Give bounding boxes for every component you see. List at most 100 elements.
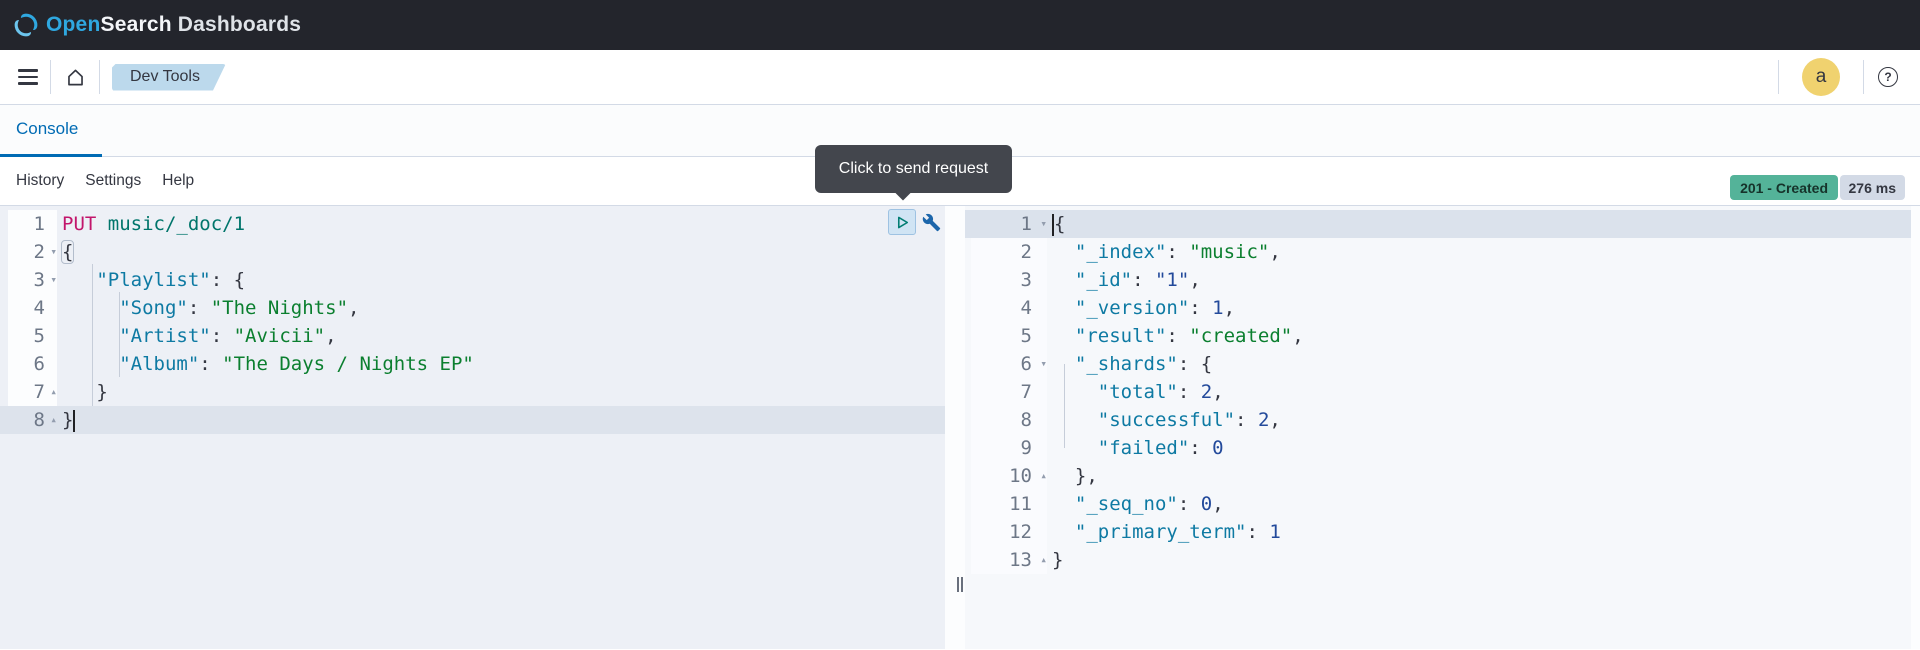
avatar[interactable]: a [1802, 58, 1840, 96]
code-token: : { [211, 269, 245, 291]
code-line[interactable]: 5 "result": "created", [965, 322, 1911, 350]
code-line[interactable]: 3 "_id": "1", [965, 266, 1911, 294]
code-line[interactable]: 5 "Artist": "Avicii", [0, 322, 945, 350]
code-token: , [1269, 409, 1280, 431]
code-line[interactable]: 1▾{ [965, 210, 1911, 238]
code-token: } [1052, 549, 1063, 571]
code-line[interactable]: 2▾{ [0, 238, 945, 266]
send-request-button[interactable] [888, 209, 916, 235]
code-token: , [348, 297, 359, 319]
fold-toggle-icon[interactable]: ▾ [1035, 210, 1047, 238]
code-line[interactable]: 4 "Song": "The Nights", [0, 294, 945, 322]
menu-item-help[interactable]: Help [162, 172, 194, 190]
code-token: "Avicii" [234, 325, 326, 347]
menu-item-settings[interactable]: Settings [85, 172, 141, 190]
request-options-button[interactable] [917, 209, 945, 235]
wrench-icon [922, 213, 941, 232]
code-line[interactable]: 6 "Album": "The Days / Nights EP" [0, 350, 945, 378]
code-text: { [1047, 210, 1065, 238]
code-token [1052, 325, 1075, 347]
response-viewer[interactable]: 1 ▾ {2 "_index": "music",3 "_id": "1",4 "_… [965, 206, 1920, 649]
status-badge: 201 - Created [1730, 175, 1838, 200]
code-token: }, [1052, 465, 1098, 487]
code-text: PUT music/_doc/1 [57, 210, 245, 238]
code-token: , [1212, 381, 1223, 403]
code-token: { [62, 241, 73, 263]
code-token: , [1224, 297, 1235, 319]
code-line[interactable]: 1PUT music/_doc/1 [0, 210, 945, 238]
code-token: : [1178, 381, 1201, 403]
code-token: { [1054, 213, 1065, 235]
code-text: } [57, 406, 75, 434]
opensearch-logo[interactable]: OpenSearchDashboards [13, 12, 301, 38]
code-token: : [199, 353, 222, 375]
code-token: : [1189, 297, 1212, 319]
code-text: "Playlist": { [57, 266, 245, 294]
fold-toggle-icon[interactable]: ▾ [1035, 350, 1047, 378]
panel-splitter[interactable] [955, 206, 965, 649]
code-token: "The Days / Nights EP" [222, 353, 474, 375]
line-number: 4 [971, 294, 1047, 322]
breadcrumb-dev-tools[interactable]: Dev Tools [112, 64, 226, 91]
code-token [1052, 437, 1098, 459]
code-line[interactable]: 3▾ "Playlist": { [0, 266, 945, 294]
code-token: 2 [1201, 381, 1212, 403]
code-token: 0 [1201, 493, 1212, 515]
menu-icon[interactable] [6, 57, 50, 97]
fold-toggle-icon[interactable]: ▾ [45, 238, 57, 266]
fold-toggle-icon[interactable]: ▾ [45, 266, 57, 294]
request-editor[interactable]: 1PUT music/_doc/12▾{3▾ "Playlist": {4 "S… [0, 206, 955, 649]
code-text: "_index": "music", [1047, 238, 1281, 266]
home-button[interactable] [51, 57, 99, 97]
logo-dashboards: Dashboards [178, 13, 301, 36]
code-token: "_id" [1075, 269, 1132, 291]
code-text: "total": 2, [1047, 378, 1224, 406]
line-number: 7▴ [8, 378, 57, 406]
fold-toggle-icon[interactable]: ▴ [45, 378, 57, 406]
help-button[interactable]: ? [1864, 67, 1912, 87]
code-token: , [1189, 269, 1200, 291]
code-line[interactable]: 6▾ "_shards": { [965, 350, 1911, 378]
code-line[interactable]: 12 "_primary_term": 1 [965, 518, 1911, 546]
code-line[interactable]: 7▴ } [0, 378, 945, 406]
code-text: "Song": "The Nights", [57, 294, 359, 322]
code-token [62, 297, 119, 319]
code-token: PUT [62, 213, 96, 235]
code-token: } [62, 381, 108, 403]
code-token: 1 [1269, 521, 1280, 543]
code-token: : [1166, 325, 1189, 347]
code-token: , [1292, 325, 1303, 347]
line-number: 2 [971, 238, 1047, 266]
code-token: "_shards" [1075, 353, 1178, 375]
scrollbar-track [945, 206, 955, 649]
fold-toggle-icon[interactable]: ▴ [45, 406, 57, 434]
fold-toggle-icon[interactable]: ▴ [1035, 462, 1047, 490]
fold-toggle-icon[interactable]: ▴ [1035, 546, 1047, 574]
tab-console[interactable]: Console [16, 119, 78, 139]
code-line[interactable]: 8▴} [0, 406, 945, 434]
code-token [1052, 269, 1075, 291]
code-text: "successful": 2, [1047, 406, 1281, 434]
code-line[interactable]: 10▴ }, [965, 462, 1911, 490]
code-token [1052, 521, 1075, 543]
code-line[interactable]: 7 "total": 2, [965, 378, 1911, 406]
code-line[interactable]: 4 "_version": 1, [965, 294, 1911, 322]
line-number: 5 [971, 322, 1047, 350]
code-token: : [1178, 493, 1201, 515]
code-text: }, [1047, 462, 1098, 490]
code-text: "_primary_term": 1 [1047, 518, 1281, 546]
code-line[interactable]: 11 "_seq_no": 0, [965, 490, 1911, 518]
code-line[interactable]: 2 "_index": "music", [965, 238, 1911, 266]
code-line[interactable]: 9 "failed": 0 [965, 434, 1911, 462]
scrollbar-track [1911, 206, 1920, 649]
code-line[interactable]: 8 "successful": 2, [965, 406, 1911, 434]
code-token: "created" [1189, 325, 1292, 347]
code-text: "_seq_no": 0, [1047, 490, 1224, 518]
code-token: "total" [1098, 381, 1178, 403]
line-number: 12 [971, 518, 1047, 546]
code-line[interactable]: 13▴} [965, 546, 1911, 574]
line-number: 2▾ [8, 238, 57, 266]
nav-right: a ? [1778, 50, 1920, 105]
menu-item-history[interactable]: History [16, 172, 64, 190]
line-number: 4 [8, 294, 57, 322]
